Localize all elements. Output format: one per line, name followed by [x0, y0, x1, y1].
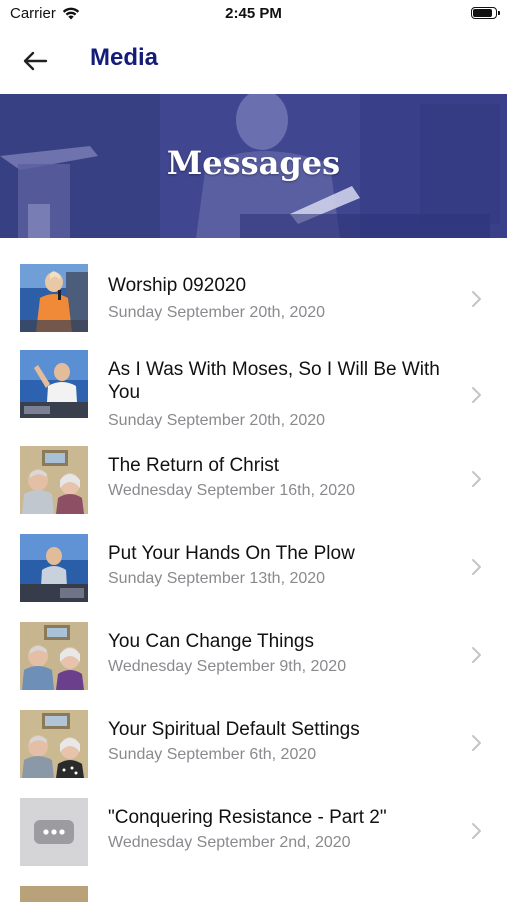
message-date: Wednesday September 16th, 2020	[108, 482, 355, 499]
message-list-item[interactable]: As I Was With Moses, So I Will Be With Y…	[0, 334, 507, 442]
page-title: Media	[90, 44, 159, 71]
chevron-right-icon	[472, 647, 481, 663]
messages-banner: Messages	[0, 94, 507, 238]
message-date: Sunday September 13th, 2020	[108, 570, 326, 587]
message-thumbnail	[20, 710, 88, 778]
message-title: You Can Change Things	[108, 631, 314, 652]
message-title: Your Spiritual Default Settings	[108, 719, 360, 740]
message-thumbnail	[20, 446, 88, 514]
chevron-right-icon	[472, 559, 481, 575]
message-title: Worship 092020	[108, 275, 247, 296]
chevron-right-icon	[472, 823, 481, 839]
message-date: Sunday September 6th, 2020	[108, 746, 317, 763]
message-list: Worship 092020 Sunday September 20th, 20…	[0, 246, 507, 902]
back-button[interactable]	[18, 44, 52, 78]
message-list-item[interactable]: The Return of Christ Wednesday September…	[0, 442, 507, 530]
message-date: Wednesday September 2nd, 2020	[108, 834, 351, 851]
chevron-right-icon	[472, 291, 481, 307]
message-thumbnail	[20, 798, 88, 866]
banner-title: Messages	[166, 144, 341, 182]
arrow-left-icon	[23, 51, 48, 71]
message-thumbnail	[20, 534, 88, 602]
message-list-item[interactable]: Your Spiritual Default Settings Sunday S…	[0, 706, 507, 794]
message-list-item[interactable]: Worship 092020 Sunday September 20th, 20…	[0, 246, 507, 334]
battery-icon	[471, 7, 500, 19]
navigation-bar: Media	[0, 32, 507, 88]
message-list-item[interactable]: "Conquering Resistance - Part 2" Wednesd…	[0, 794, 507, 882]
message-date: Sunday September 20th, 2020	[108, 412, 326, 429]
message-title: As I Was With Moses, So I Will Be With Y…	[108, 359, 440, 403]
message-thumbnail	[20, 350, 88, 418]
message-thumbnail	[20, 622, 88, 690]
clock: 2:45 PM	[225, 5, 282, 22]
message-title: The Return of Christ	[108, 455, 280, 476]
message-thumbnail	[20, 264, 88, 332]
message-list-item[interactable]	[0, 882, 507, 902]
message-list-item[interactable]: Put Your Hands On The Plow Sunday Septem…	[0, 530, 507, 618]
chevron-right-icon	[472, 471, 481, 487]
message-title: "Conquering Resistance - Part 2"	[108, 807, 387, 828]
message-title: Put Your Hands On The Plow	[108, 543, 355, 564]
status-bar: Carrier 2:45 PM	[0, 0, 507, 30]
chevron-right-icon	[472, 387, 481, 403]
battery-level	[473, 9, 492, 17]
message-date: Sunday September 20th, 2020	[108, 304, 326, 321]
message-date: Wednesday September 9th, 2020	[108, 658, 347, 675]
chevron-right-icon	[472, 735, 481, 751]
message-list-item[interactable]: You Can Change Things Wednesday Septembe…	[0, 618, 507, 706]
